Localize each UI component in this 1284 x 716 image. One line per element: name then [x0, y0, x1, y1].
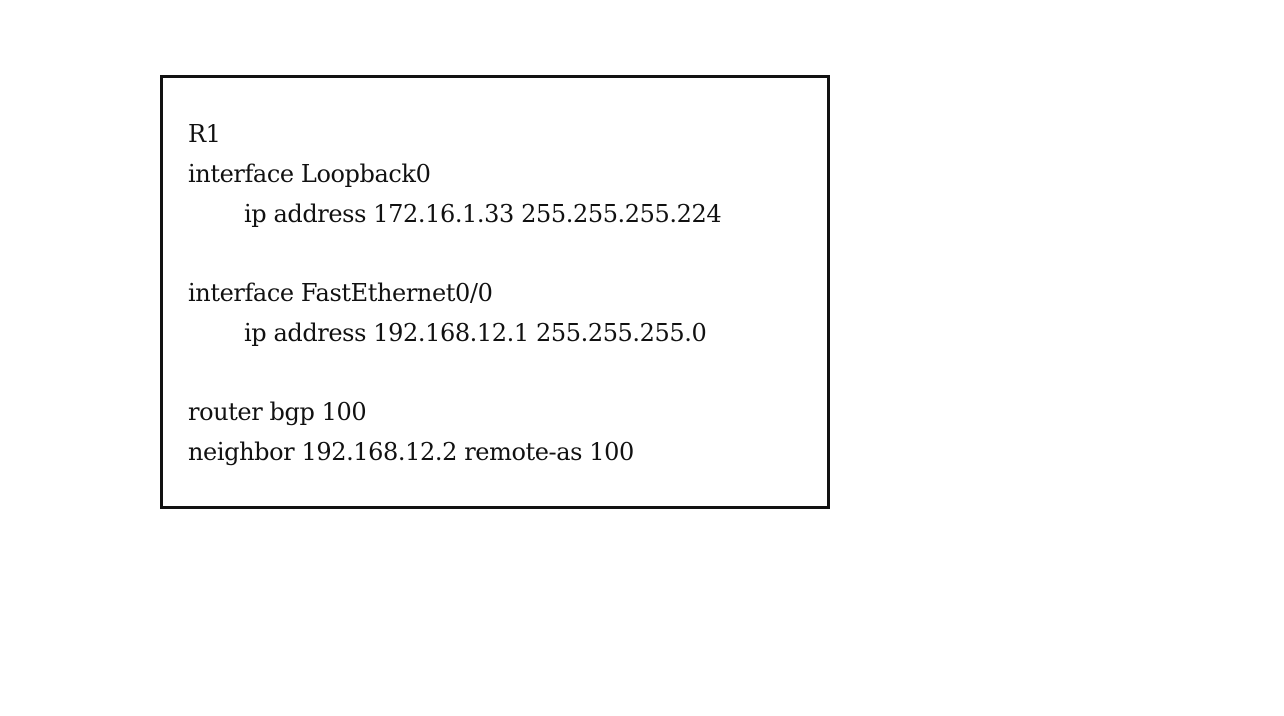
interface-fastethernet-line: interface FastEthernet0/0 [188, 279, 493, 307]
loopback-ip-address-line: ip address 172.16.1.33 255.255.255.224 [244, 200, 722, 228]
router-config-text: R1 interface Loopback0 ip address 172.16… [188, 114, 722, 472]
hostname-line: R1 [188, 120, 221, 148]
fastethernet-ip-address-line: ip address 192.168.12.1 255.255.255.0 [244, 319, 707, 347]
router-bgp-line: router bgp 100 [188, 398, 367, 426]
router-config-box: R1 interface Loopback0 ip address 172.16… [160, 75, 830, 509]
bgp-neighbor-line: neighbor 192.168.12.2 remote-as 100 [188, 438, 634, 466]
interface-loopback-line: interface Loopback0 [188, 160, 431, 188]
page: { "config": { "hostname": "R1", "interfa… [0, 0, 1284, 716]
